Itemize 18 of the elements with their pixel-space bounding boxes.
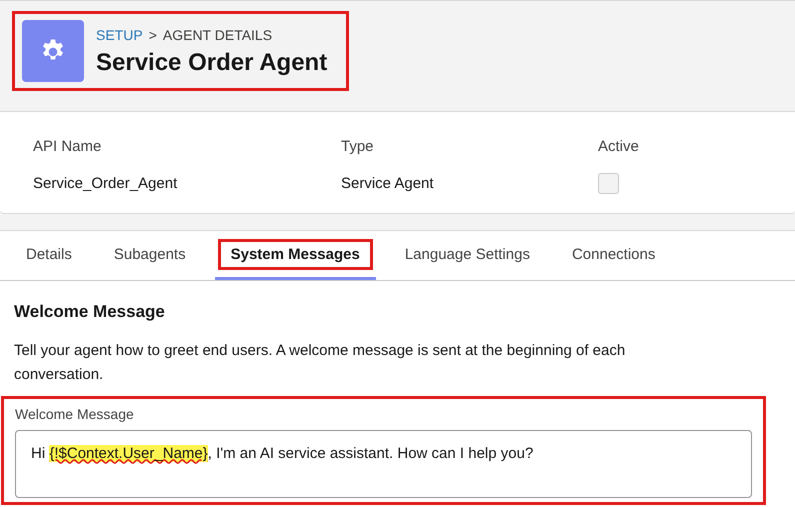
field-label: Active xyxy=(598,137,640,157)
section-title: Welcome Message xyxy=(14,301,166,323)
tab[interactable]: Language Settings xyxy=(392,234,543,280)
tab[interactable]: Connections xyxy=(558,234,668,280)
field-value: Service Agent xyxy=(341,174,435,194)
field-label: Type xyxy=(341,137,375,157)
field-label: API Name xyxy=(33,137,102,157)
breadcrumb-text: > xyxy=(148,26,157,44)
field-label: Welcome Message xyxy=(15,404,135,424)
welcome-message-input[interactable]: Hi {!$Context.User_Name}, I'm an AI service assistant. How can I help you? xyxy=(15,430,752,498)
page-title: Service Order Agent xyxy=(96,48,328,78)
field-value: Service_Order_Agent xyxy=(33,174,178,194)
tab[interactable]: Subagents xyxy=(100,234,199,280)
breadcrumb-link[interactable]: SETUP xyxy=(96,24,143,46)
tab[interactable]: Details xyxy=(13,234,85,280)
active-checkbox[interactable] xyxy=(598,172,619,194)
breadcrumb-text: AGENT DETAILS xyxy=(162,26,272,44)
section-description: Tell your agent how to greet end users. A welcome message is sent at the beginning of each conversation. xyxy=(14,340,626,384)
